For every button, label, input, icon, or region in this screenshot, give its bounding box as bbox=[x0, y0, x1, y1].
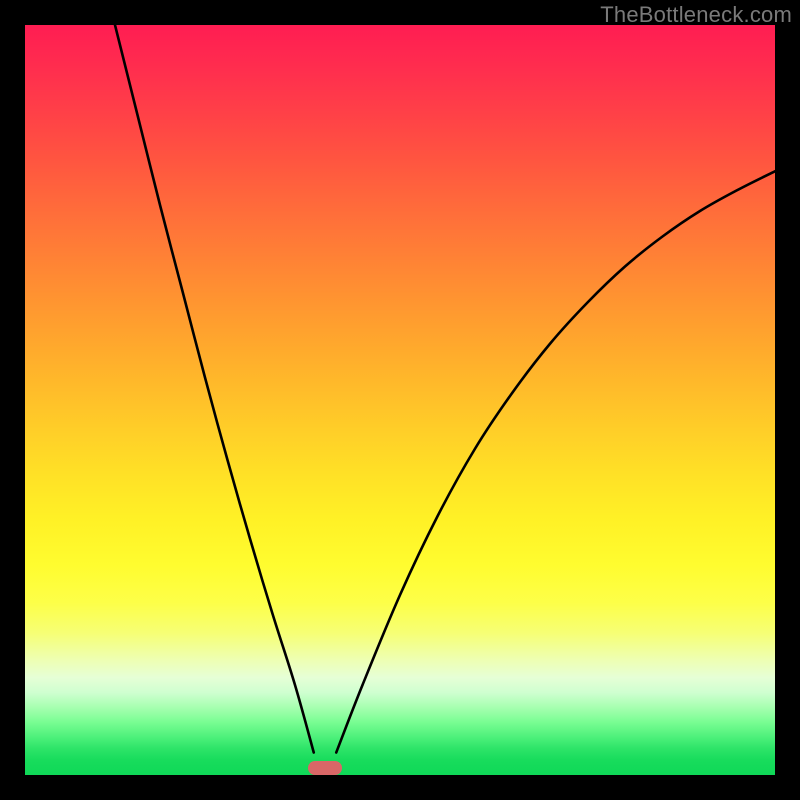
watermark-text: TheBottleneck.com bbox=[600, 2, 792, 28]
curve-layer bbox=[25, 25, 775, 775]
plot-area bbox=[25, 25, 775, 775]
chart-frame: TheBottleneck.com bbox=[0, 0, 800, 800]
curve-left-branch bbox=[115, 25, 314, 753]
curve-right-branch bbox=[336, 171, 775, 752]
minimum-marker bbox=[308, 761, 342, 775]
